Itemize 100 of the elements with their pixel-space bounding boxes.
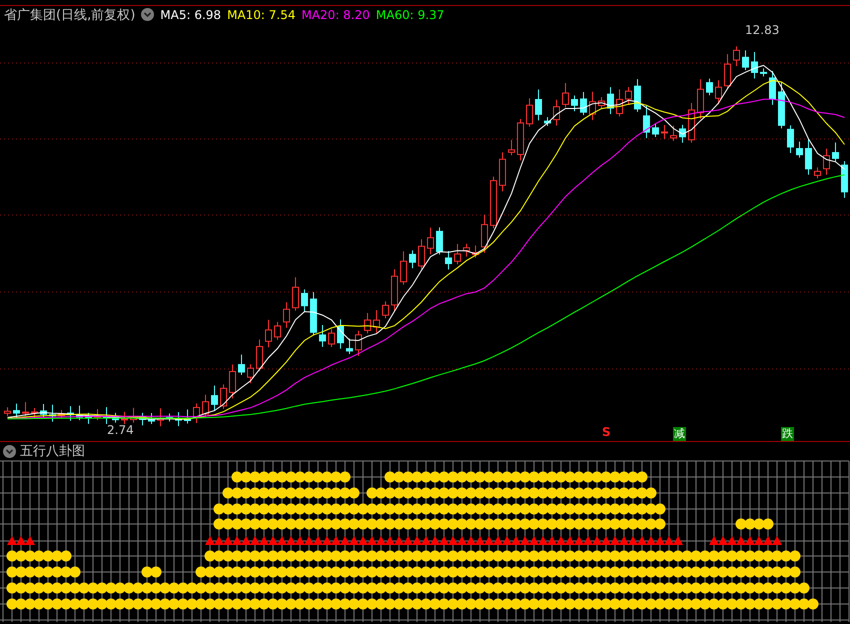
candlestick bbox=[148, 412, 155, 425]
candlestick bbox=[472, 245, 479, 258]
candlestick bbox=[319, 324, 326, 348]
candlestick bbox=[490, 176, 497, 229]
dropdown-icon[interactable] bbox=[3, 444, 16, 458]
candlestick bbox=[436, 226, 443, 256]
candlestick bbox=[499, 152, 506, 192]
candlestick bbox=[328, 328, 335, 348]
moving-average-label: MA5: 6.98 bbox=[160, 8, 222, 22]
candlestick bbox=[274, 321, 281, 340]
candlestick bbox=[688, 102, 695, 144]
candlestick bbox=[211, 385, 218, 411]
candlestick bbox=[364, 312, 371, 334]
indicator-title: 五行八卦图 bbox=[20, 443, 85, 460]
candlestick bbox=[22, 402, 29, 417]
candlestick bbox=[202, 394, 209, 418]
candlestick bbox=[373, 310, 380, 334]
moving-average-label: MA60: 9.37 bbox=[376, 8, 444, 22]
candlestick bbox=[814, 166, 821, 179]
candlestick bbox=[841, 160, 848, 198]
candlestick bbox=[76, 405, 83, 421]
candlestick bbox=[607, 86, 614, 115]
candlestick bbox=[40, 403, 47, 418]
candlestick bbox=[292, 276, 299, 312]
candlestick bbox=[598, 96, 605, 109]
candlestick bbox=[697, 78, 704, 120]
candlestick bbox=[769, 70, 776, 106]
candlestick bbox=[31, 407, 38, 420]
candlestick bbox=[166, 412, 173, 422]
candlestick bbox=[454, 244, 461, 265]
candlestick bbox=[580, 92, 587, 116]
candlestick bbox=[526, 98, 533, 128]
candlestick bbox=[661, 124, 668, 140]
candlestick bbox=[805, 138, 812, 176]
candlestick bbox=[742, 50, 749, 71]
candlestick bbox=[733, 46, 740, 67]
candlestick bbox=[94, 408, 101, 421]
candlestick bbox=[49, 404, 56, 422]
sell-signal: S bbox=[602, 425, 611, 439]
candlestick bbox=[139, 412, 146, 426]
candlestick bbox=[823, 148, 830, 176]
candlestick bbox=[301, 288, 308, 312]
candlestick bbox=[310, 292, 317, 336]
candlestick bbox=[634, 78, 641, 112]
candlestick bbox=[427, 227, 434, 255]
candlestick bbox=[382, 300, 389, 319]
candlestick bbox=[67, 406, 74, 422]
candlestick bbox=[58, 410, 65, 420]
low-price-label: 2.74 bbox=[106, 424, 135, 437]
candlestick bbox=[157, 408, 164, 427]
high-price-label: 12.83 bbox=[744, 24, 780, 37]
candlestick bbox=[832, 142, 839, 162]
candlestick bbox=[589, 91, 596, 121]
candlestick bbox=[238, 354, 245, 376]
candlestick bbox=[706, 78, 713, 96]
candlestick bbox=[391, 268, 398, 312]
candlestick bbox=[409, 250, 416, 269]
candlestick bbox=[346, 338, 353, 354]
candlestick bbox=[517, 118, 524, 161]
candlestick bbox=[652, 123, 659, 138]
candlestick bbox=[751, 51, 758, 79]
candlestick bbox=[670, 125, 677, 142]
candlestick bbox=[193, 402, 200, 424]
candlestick bbox=[175, 412, 182, 427]
candlestick bbox=[481, 214, 488, 254]
candlestick bbox=[715, 80, 722, 105]
candlestick bbox=[463, 243, 470, 258]
candlestick bbox=[787, 124, 794, 154]
candlestick bbox=[112, 412, 119, 424]
candlestick bbox=[355, 330, 362, 356]
candlestick bbox=[4, 406, 11, 417]
candlestick bbox=[418, 238, 425, 270]
signal-badge: 跌 bbox=[781, 427, 794, 441]
candlestick bbox=[679, 124, 686, 144]
candlestick bbox=[247, 364, 254, 384]
candlestick bbox=[130, 407, 137, 424]
moving-average-label: MA10: 7.54 bbox=[227, 8, 296, 22]
moving-average-label: MA20: 8.20 bbox=[301, 8, 370, 22]
candlestick bbox=[796, 141, 803, 158]
candlestick bbox=[643, 105, 650, 139]
candlestick bbox=[778, 81, 785, 129]
candlestick bbox=[229, 364, 236, 399]
candlestick bbox=[562, 82, 569, 108]
candlestick bbox=[184, 409, 191, 424]
signal-badge: 减 bbox=[673, 427, 686, 441]
security-title: 省广集团(日线,前复权) bbox=[4, 6, 136, 24]
candlestick bbox=[616, 88, 623, 118]
candlestick bbox=[337, 318, 344, 350]
candlestick bbox=[508, 139, 515, 156]
candlestick bbox=[283, 302, 290, 328]
candlestick bbox=[220, 384, 227, 410]
candlestick bbox=[544, 116, 551, 126]
candlestick bbox=[553, 99, 560, 126]
candlestick bbox=[760, 68, 767, 77]
candlestick bbox=[85, 412, 92, 424]
candlestick bbox=[121, 411, 128, 426]
candlestick bbox=[724, 54, 731, 90]
dropdown-icon[interactable] bbox=[141, 8, 154, 21]
candlestick bbox=[256, 339, 263, 372]
candlestick bbox=[445, 250, 452, 270]
